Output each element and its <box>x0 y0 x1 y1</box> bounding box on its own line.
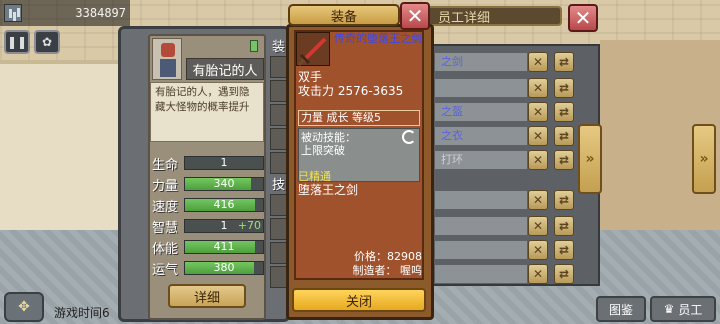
stat-value: 1 <box>220 156 228 169</box>
pause-button[interactable]: ❚❚ <box>4 30 30 54</box>
swap-button[interactable]: ⇄ <box>554 264 574 284</box>
resource-bar: 3384897 <box>0 0 130 26</box>
settings-button[interactable]: ✿ <box>34 30 60 54</box>
gem-icon <box>250 40 258 52</box>
unequip-button[interactable]: ✕ <box>528 102 548 122</box>
swap-button[interactable]: ⇄ <box>554 190 574 210</box>
swap-button[interactable]: ⇄ <box>554 126 574 146</box>
stat-value: 380 <box>213 261 235 274</box>
unequip-button[interactable]: ✕ <box>528 264 548 284</box>
list-item[interactable]: 之盔 <box>434 102 528 122</box>
list-item[interactable]: 之衣 <box>434 126 528 146</box>
stat-label: 智慧 <box>152 221 179 236</box>
stat-bar: 1 +70 <box>184 219 264 233</box>
swap-button[interactable]: ⇄ <box>554 78 574 98</box>
list-item[interactable] <box>434 240 528 260</box>
unequip-button[interactable]: ✕ <box>528 190 548 210</box>
move-icon[interactable]: ✥ <box>4 292 44 322</box>
atlas-button-label: 图鉴 <box>608 302 633 317</box>
stat-value: 411 <box>213 240 235 253</box>
equipment-section-label: 装 <box>272 40 286 55</box>
stat-bar: 1 <box>184 156 264 170</box>
staff-button[interactable]: ♛ 员工 <box>650 296 716 322</box>
swirl-icon <box>402 130 416 144</box>
atlas-button[interactable]: 图鉴 <box>596 296 646 322</box>
bar-chart-icon[interactable] <box>4 4 22 22</box>
stat-label: 生命 <box>152 158 179 173</box>
item-requirements: 力量 成长 等级5 <box>298 110 420 126</box>
skill-section-label: 技 <box>272 178 286 193</box>
staff-icon: ♛ <box>663 302 675 316</box>
swap-button[interactable]: ⇄ <box>554 216 574 236</box>
next-employee-button[interactable]: » <box>692 124 716 194</box>
unequip-button[interactable]: ✕ <box>528 216 548 236</box>
list-item[interactable]: 打环 <box>434 150 528 170</box>
swap-button[interactable]: ⇄ <box>554 240 574 260</box>
item-attack: 攻击力 2576-3635 <box>298 84 404 98</box>
popup-title: 装备 <box>288 4 400 26</box>
game-time: 游戏时间6 <box>54 306 110 320</box>
close-button[interactable]: 关闭 <box>292 288 426 312</box>
employee-name: 有胎记的人 <box>186 58 264 80</box>
employee-detail-title-text: 员工详细 <box>438 10 491 26</box>
stat-bar: 411 <box>184 240 264 254</box>
item-maker: 制造者： 喔呜 <box>352 264 423 277</box>
staff-button-label: 员工 <box>678 302 703 317</box>
mastered-name: 堕落王之剑 <box>298 183 359 197</box>
stat-bar: 380 <box>184 261 264 275</box>
passive-skill-label: 被动技能： <box>301 131 356 144</box>
passive-skill-name: 上限突破 <box>301 144 345 157</box>
money-value: 3384897 <box>75 6 126 20</box>
stat-label: 力量 <box>152 179 179 194</box>
stat-value: 416 <box>213 198 235 211</box>
list-item[interactable]: 之剑 <box>434 52 528 72</box>
next-page-button[interactable]: » <box>578 124 602 194</box>
stat-label: 运气 <box>152 263 179 278</box>
stat-label: 速度 <box>152 200 179 215</box>
list-item[interactable] <box>434 78 528 98</box>
employee-description: 有胎记的人，遇到隐藏大怪物的概率提升 <box>150 82 264 142</box>
item-name: 传奇的堕落王之剑 <box>334 32 422 45</box>
list-item[interactable] <box>434 216 528 236</box>
list-item[interactable] <box>434 190 528 210</box>
stat-bar: 340 <box>184 177 264 191</box>
unequip-button[interactable]: ✕ <box>528 52 548 72</box>
background-room <box>0 60 120 240</box>
close-popup-button[interactable]: ✕ <box>400 2 430 30</box>
swap-button[interactable]: ⇄ <box>554 102 574 122</box>
employee-avatar <box>152 38 182 80</box>
unequip-button[interactable]: ✕ <box>528 240 548 260</box>
stat-bonus: +70 <box>237 219 261 232</box>
swap-button[interactable]: ⇄ <box>554 150 574 170</box>
swap-button[interactable]: ⇄ <box>554 52 574 72</box>
close-detail-button[interactable]: ✕ <box>568 4 598 32</box>
unequip-button[interactable]: ✕ <box>528 78 548 98</box>
stat-label: 体能 <box>152 242 179 257</box>
sword-icon <box>296 32 330 67</box>
unequip-button[interactable]: ✕ <box>528 150 548 170</box>
detail-button[interactable]: 详细 <box>168 284 246 308</box>
stat-bar: 416 <box>184 198 264 212</box>
list-item[interactable] <box>434 264 528 284</box>
stat-value: 340 <box>213 177 235 190</box>
employee-detail-title: 员工详细 <box>420 6 562 26</box>
unequip-button[interactable]: ✕ <box>528 126 548 146</box>
